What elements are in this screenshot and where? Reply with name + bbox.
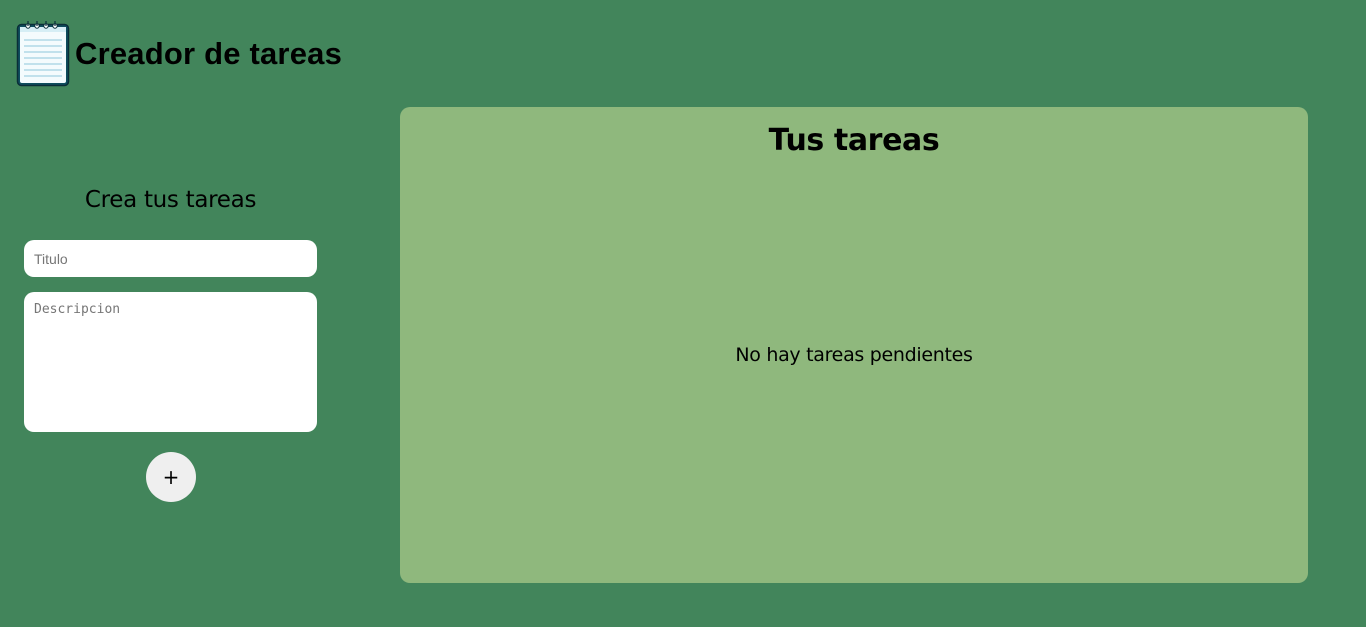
app-title: Creador de tareas bbox=[75, 35, 343, 71]
task-title-input[interactable] bbox=[24, 240, 317, 277]
tasks-heading: Tus tareas bbox=[768, 123, 940, 158]
empty-tasks-message: No hay tareas pendientes bbox=[735, 344, 973, 366]
notepad-icon bbox=[16, 21, 70, 87]
task-description-input[interactable] bbox=[24, 292, 317, 432]
app-header: Creador de tareas bbox=[16, 20, 342, 88]
add-task-button[interactable]: + bbox=[146, 452, 196, 502]
tasks-panel: Tus tareas No hay tareas pendientes bbox=[400, 107, 1308, 583]
create-task-panel: Crea tus tareas + bbox=[24, 185, 317, 502]
create-task-heading: Crea tus tareas bbox=[84, 187, 257, 213]
